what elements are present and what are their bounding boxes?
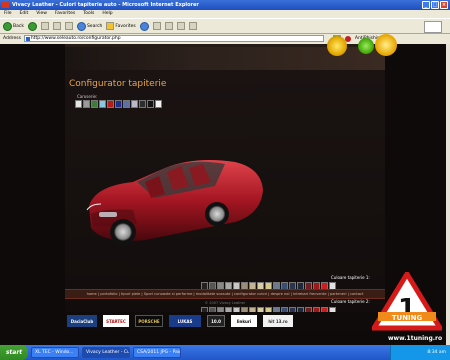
forward-button[interactable] <box>27 21 37 31</box>
standard-toolbar: Back Search Favorites <box>0 18 450 34</box>
menu-edit[interactable]: Edit <box>20 10 29 18</box>
footer-nav[interactable]: home | portofolio | tipuri piele | Spori… <box>65 289 385 299</box>
close-button[interactable]: × <box>440 1 448 9</box>
favorites-button[interactable]: Favorites <box>106 22 136 30</box>
copyright-text: © 2007 Vivacy Leather <box>204 301 246 305</box>
title-bar: Vivacy Leather - Culori tapiterie auto -… <box>0 0 450 10</box>
start-button[interactable]: start <box>0 345 28 360</box>
ie-icon <box>2 2 9 8</box>
partner-linkuri[interactable]: linkuri <box>231 315 257 327</box>
minimize-button[interactable]: _ <box>422 1 430 9</box>
media-icon[interactable] <box>139 21 149 31</box>
back-button[interactable]: Back <box>3 21 24 31</box>
body-color-swatch-7[interactable] <box>131 100 138 108</box>
menu-file[interactable]: File <box>4 10 12 18</box>
partner-10[interactable]: 10.0 <box>207 315 225 327</box>
taskbar: start XL TEC - Windo... Vivacy Leather -… <box>0 345 450 360</box>
1tuning-logo: 1 TUNING <box>372 272 442 331</box>
logo-text: TUNING <box>392 314 423 322</box>
body-color-swatches <box>75 100 162 108</box>
mail-icon[interactable] <box>164 22 173 30</box>
yellow-sphere-icon <box>375 34 397 56</box>
green-sphere-icon <box>358 38 374 54</box>
partner-porsche[interactable]: PORSCHE <box>135 315 163 327</box>
back-arrow-icon <box>3 21 12 31</box>
clock: 8:34 am <box>427 350 446 355</box>
edit-icon[interactable] <box>188 22 197 30</box>
window-title: Vivacy Leather - Culori tapiterie auto -… <box>12 2 199 8</box>
windows-logo <box>424 21 442 33</box>
car-preview <box>86 160 263 245</box>
task-vivacy[interactable]: Vivacy Leather - Cult... <box>82 347 130 358</box>
body-color-swatch-1[interactable] <box>83 100 90 108</box>
search-button[interactable]: Search <box>76 21 103 31</box>
browser-window: Vivacy Leather - Culori tapiterie auto -… <box>0 0 450 360</box>
refresh-icon[interactable] <box>52 22 61 30</box>
task-paint[interactable]: CSA/2011 JPG - Paint <box>133 347 181 358</box>
body-color-swatch-0[interactable] <box>75 100 82 108</box>
vertical-scrollbar[interactable] <box>446 44 450 345</box>
address-input[interactable]: http://www.seleauto.ro/configurator.php <box>23 35 324 42</box>
stop-icon[interactable] <box>40 22 49 30</box>
star-icon <box>106 22 115 30</box>
maximize-button[interactable]: □ <box>431 1 439 9</box>
menu-tools[interactable]: Tools <box>83 10 94 18</box>
system-tray: 8:34 am <box>390 345 450 360</box>
header-banner <box>65 34 397 70</box>
configurator-panel: Configurator tapiterie Caroserie: Culoar… <box>65 70 385 320</box>
menu-bar: File Edit View Favorites Tools Help <box>0 10 450 18</box>
body-color-swatch-8[interactable] <box>139 100 146 108</box>
task-xltec[interactable]: XL TEC - Windo... <box>31 347 79 358</box>
page-title: Configurator tapiterie <box>69 79 167 89</box>
favorites-label: Favorites <box>115 23 136 29</box>
partner-daciaclub[interactable]: DaciaClub <box>67 315 97 327</box>
address-label: Address <box>3 36 21 41</box>
search-icon <box>76 21 86 31</box>
body-color-swatch-3[interactable] <box>99 100 106 108</box>
body-color-swatch-10[interactable] <box>155 100 162 108</box>
body-color-swatch-9[interactable] <box>147 100 154 108</box>
home-icon[interactable] <box>64 22 73 30</box>
history-icon[interactable] <box>152 22 161 30</box>
back-label: Back <box>13 23 24 29</box>
body-color-swatch-6[interactable] <box>123 100 130 108</box>
print-icon[interactable] <box>176 22 185 30</box>
caroserie-label: Caroserie: <box>77 94 98 99</box>
body-color-swatch-5[interactable] <box>115 100 122 108</box>
partner-hit13[interactable]: hit 13.ro <box>263 315 293 327</box>
watermark-url: www.1tuning.ro <box>388 335 443 342</box>
body-color-swatch-4[interactable] <box>107 100 114 108</box>
menu-favorites[interactable]: Favorites <box>55 10 75 18</box>
search-label: Search <box>86 23 103 29</box>
partner-logos: DaciaClub STARTEC PORSCHE LUKAS 10.0 lin… <box>65 312 385 330</box>
partner-lukas[interactable]: LUKAS <box>169 315 201 327</box>
body-color-swatch-2[interactable] <box>91 100 98 108</box>
tapiterie1-label: Culoare tapiterie 1: <box>331 275 370 280</box>
menu-help[interactable]: Help <box>102 10 112 18</box>
menu-view[interactable]: View <box>36 10 47 18</box>
gold-sphere-icon <box>327 36 347 56</box>
partner-startec[interactable]: STARTEC <box>103 315 129 327</box>
